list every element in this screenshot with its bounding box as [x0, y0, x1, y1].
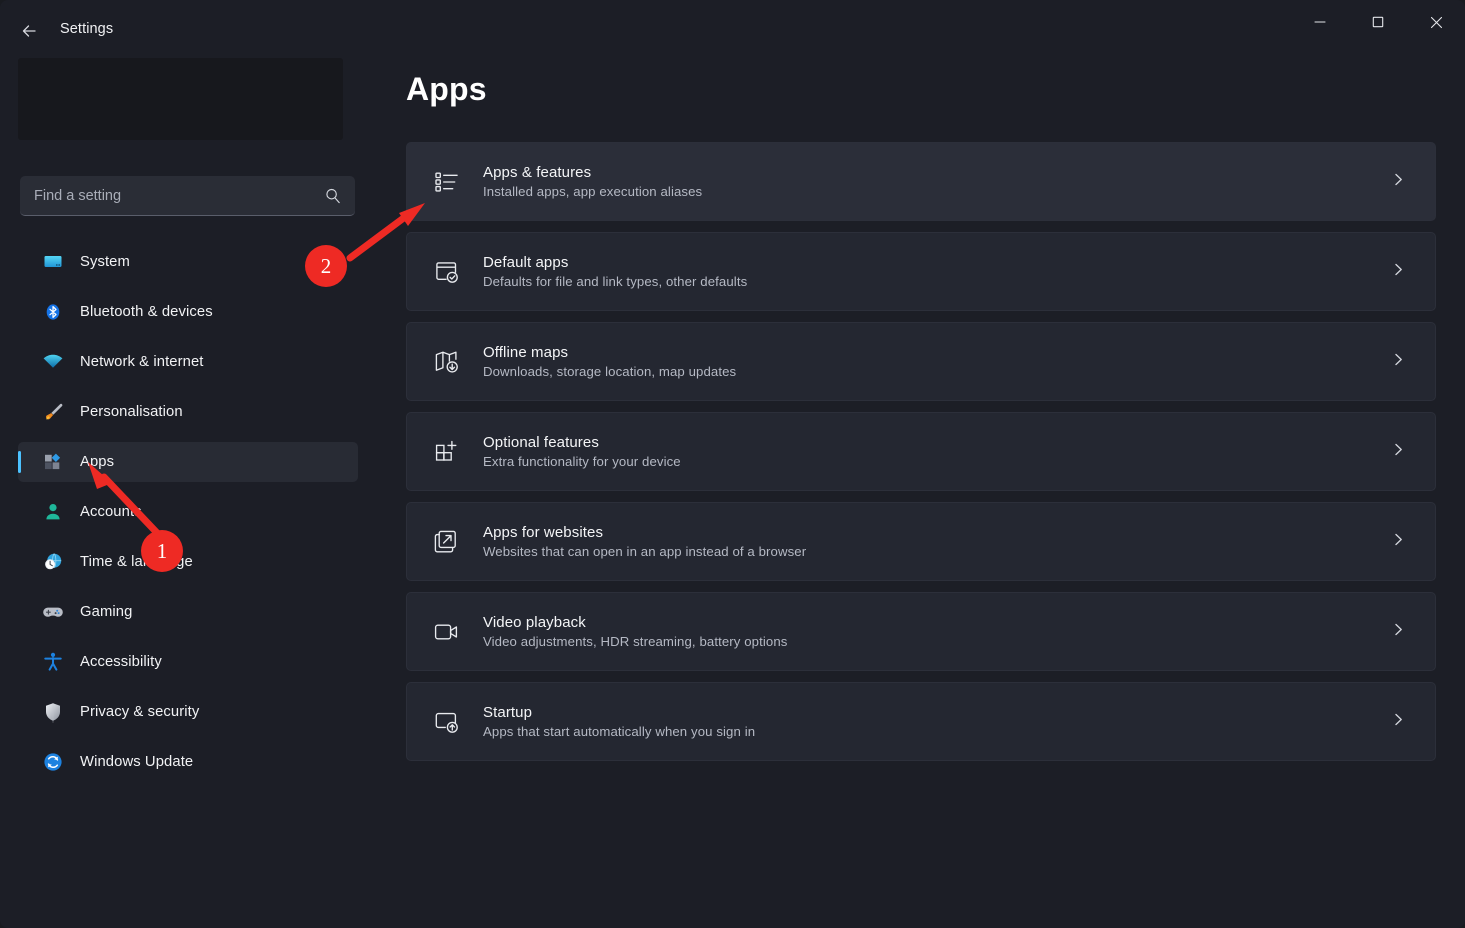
window-uparrow-icon [431, 706, 463, 738]
chevron-right-icon[interactable] [1390, 171, 1407, 193]
chevron-right-icon[interactable] [1390, 531, 1407, 553]
settings-window: Settings Find a setting System Bluetooth… [0, 0, 1465, 928]
chevron-right-icon[interactable] [1390, 351, 1407, 373]
card-optional-features[interactable]: Optional features Extra functionality fo… [406, 412, 1436, 491]
card-title: Optional features [483, 434, 599, 451]
card-apps-and-features[interactable]: Apps & features Installed apps, app exec… [406, 142, 1436, 221]
wifi-icon [42, 351, 64, 373]
card-offline-maps[interactable]: Offline maps Downloads, storage location… [406, 322, 1436, 401]
window-controls [1291, 0, 1465, 44]
card-subtitle: Video adjustments, HDR streaming, batter… [483, 634, 788, 649]
sidebar-item-label: Windows Update [80, 754, 194, 770]
back-button[interactable] [12, 14, 46, 48]
sidebar-item-personalisation[interactable]: Personalisation [18, 392, 358, 432]
sidebar-nav: System Bluetooth & devices Network & int… [18, 242, 358, 792]
sidebar-item-label: System [80, 254, 130, 270]
chevron-right-icon[interactable] [1390, 441, 1407, 463]
sidebar-item-bluetooth-devices[interactable]: Bluetooth & devices [18, 292, 358, 332]
minimize-icon [1314, 21, 1326, 23]
window-title: Settings [60, 21, 114, 37]
sidebar-item-label: Apps [80, 454, 115, 470]
card-title: Startup [483, 704, 533, 721]
card-default-apps[interactable]: Default apps Defaults for file and link … [406, 232, 1436, 311]
sidebar-item-network-internet[interactable]: Network & internet [18, 342, 358, 382]
card-video-playback[interactable]: Video playback Video adjustments, HDR st… [406, 592, 1436, 671]
sidebar-item-accounts[interactable]: Accounts [18, 492, 358, 532]
sidebar-item-label: Accessibility [80, 654, 162, 670]
sidebar-item-accessibility[interactable]: Accessibility [18, 642, 358, 682]
annotation-badge-2: 2 [305, 245, 347, 287]
sidebar-item-label: Accounts [80, 504, 142, 520]
chevron-right-icon[interactable] [1390, 621, 1407, 643]
card-subtitle: Extra functionality for your device [483, 454, 681, 469]
maximize-icon [1372, 16, 1384, 28]
main-content: Apps Apps & features Installed apps, app… [380, 62, 1465, 928]
map-download-icon [431, 346, 463, 378]
chevron-right-icon[interactable] [1390, 261, 1407, 283]
sidebar-item-label: Bluetooth & devices [80, 304, 213, 320]
card-startup[interactable]: Startup Apps that start automatically wh… [406, 682, 1436, 761]
person-icon [42, 501, 64, 523]
card-title: Offline maps [483, 344, 569, 361]
card-title: Apps for websites [483, 524, 604, 541]
page-title: Apps [406, 71, 487, 107]
annotation-badge-1: 1 [141, 530, 183, 572]
card-subtitle: Websites that can open in an app instead… [483, 544, 807, 559]
search-input[interactable]: Find a setting [20, 176, 355, 216]
card-title: Video playback [483, 614, 586, 631]
settings-card-list: Apps & features Installed apps, app exec… [406, 142, 1436, 772]
sidebar-item-label: Network & internet [80, 354, 204, 370]
gamepad-icon [42, 601, 64, 623]
sidebar-item-label: Gaming [80, 604, 133, 620]
window-check-icon [431, 256, 463, 288]
title-bar: Settings [0, 0, 1465, 62]
account-panel-placeholder [18, 58, 343, 140]
close-icon [1430, 16, 1442, 28]
external-link-icon [431, 526, 463, 558]
list-bullets-icon [431, 166, 463, 198]
search-placeholder: Find a setting [34, 187, 122, 204]
sidebar-item-gaming[interactable]: Gaming [18, 592, 358, 632]
sidebar-item-label: Personalisation [80, 404, 183, 420]
shield-icon [42, 701, 64, 723]
back-arrow-icon [22, 25, 36, 37]
sidebar-item-windows-update[interactable]: Windows Update [18, 742, 358, 782]
sidebar-item-time-language[interactable]: Time & language [18, 542, 358, 582]
video-camera-icon [431, 616, 463, 648]
grid-plus-icon [431, 436, 463, 468]
monitor-icon [42, 251, 64, 273]
card-subtitle: Installed apps, app execution aliases [483, 184, 703, 199]
minimize-button[interactable] [1291, 0, 1349, 44]
clock-globe-icon [42, 551, 64, 573]
sidebar-item-privacy-security[interactable]: Privacy & security [18, 692, 358, 732]
card-title: Apps & features [483, 164, 592, 181]
maximize-button[interactable] [1349, 0, 1407, 44]
card-subtitle: Downloads, storage location, map updates [483, 364, 737, 379]
paintbrush-icon [42, 401, 64, 423]
apps-blocks-icon [42, 451, 64, 473]
bluetooth-icon [42, 301, 64, 323]
update-refresh-icon [42, 751, 64, 773]
chevron-right-icon[interactable] [1390, 711, 1407, 733]
sidebar-item-apps[interactable]: Apps [18, 442, 358, 482]
sidebar-item-label: Privacy & security [80, 704, 200, 720]
sidebar: Find a setting System Bluetooth & device… [0, 58, 380, 928]
search-icon[interactable] [324, 187, 342, 210]
card-subtitle: Defaults for file and link types, other … [483, 274, 748, 289]
card-apps-for-websites[interactable]: Apps for websites Websites that can open… [406, 502, 1436, 581]
card-subtitle: Apps that start automatically when you s… [483, 724, 756, 739]
close-button[interactable] [1407, 0, 1465, 44]
card-title: Default apps [483, 254, 569, 271]
accessibility-icon [42, 651, 64, 673]
